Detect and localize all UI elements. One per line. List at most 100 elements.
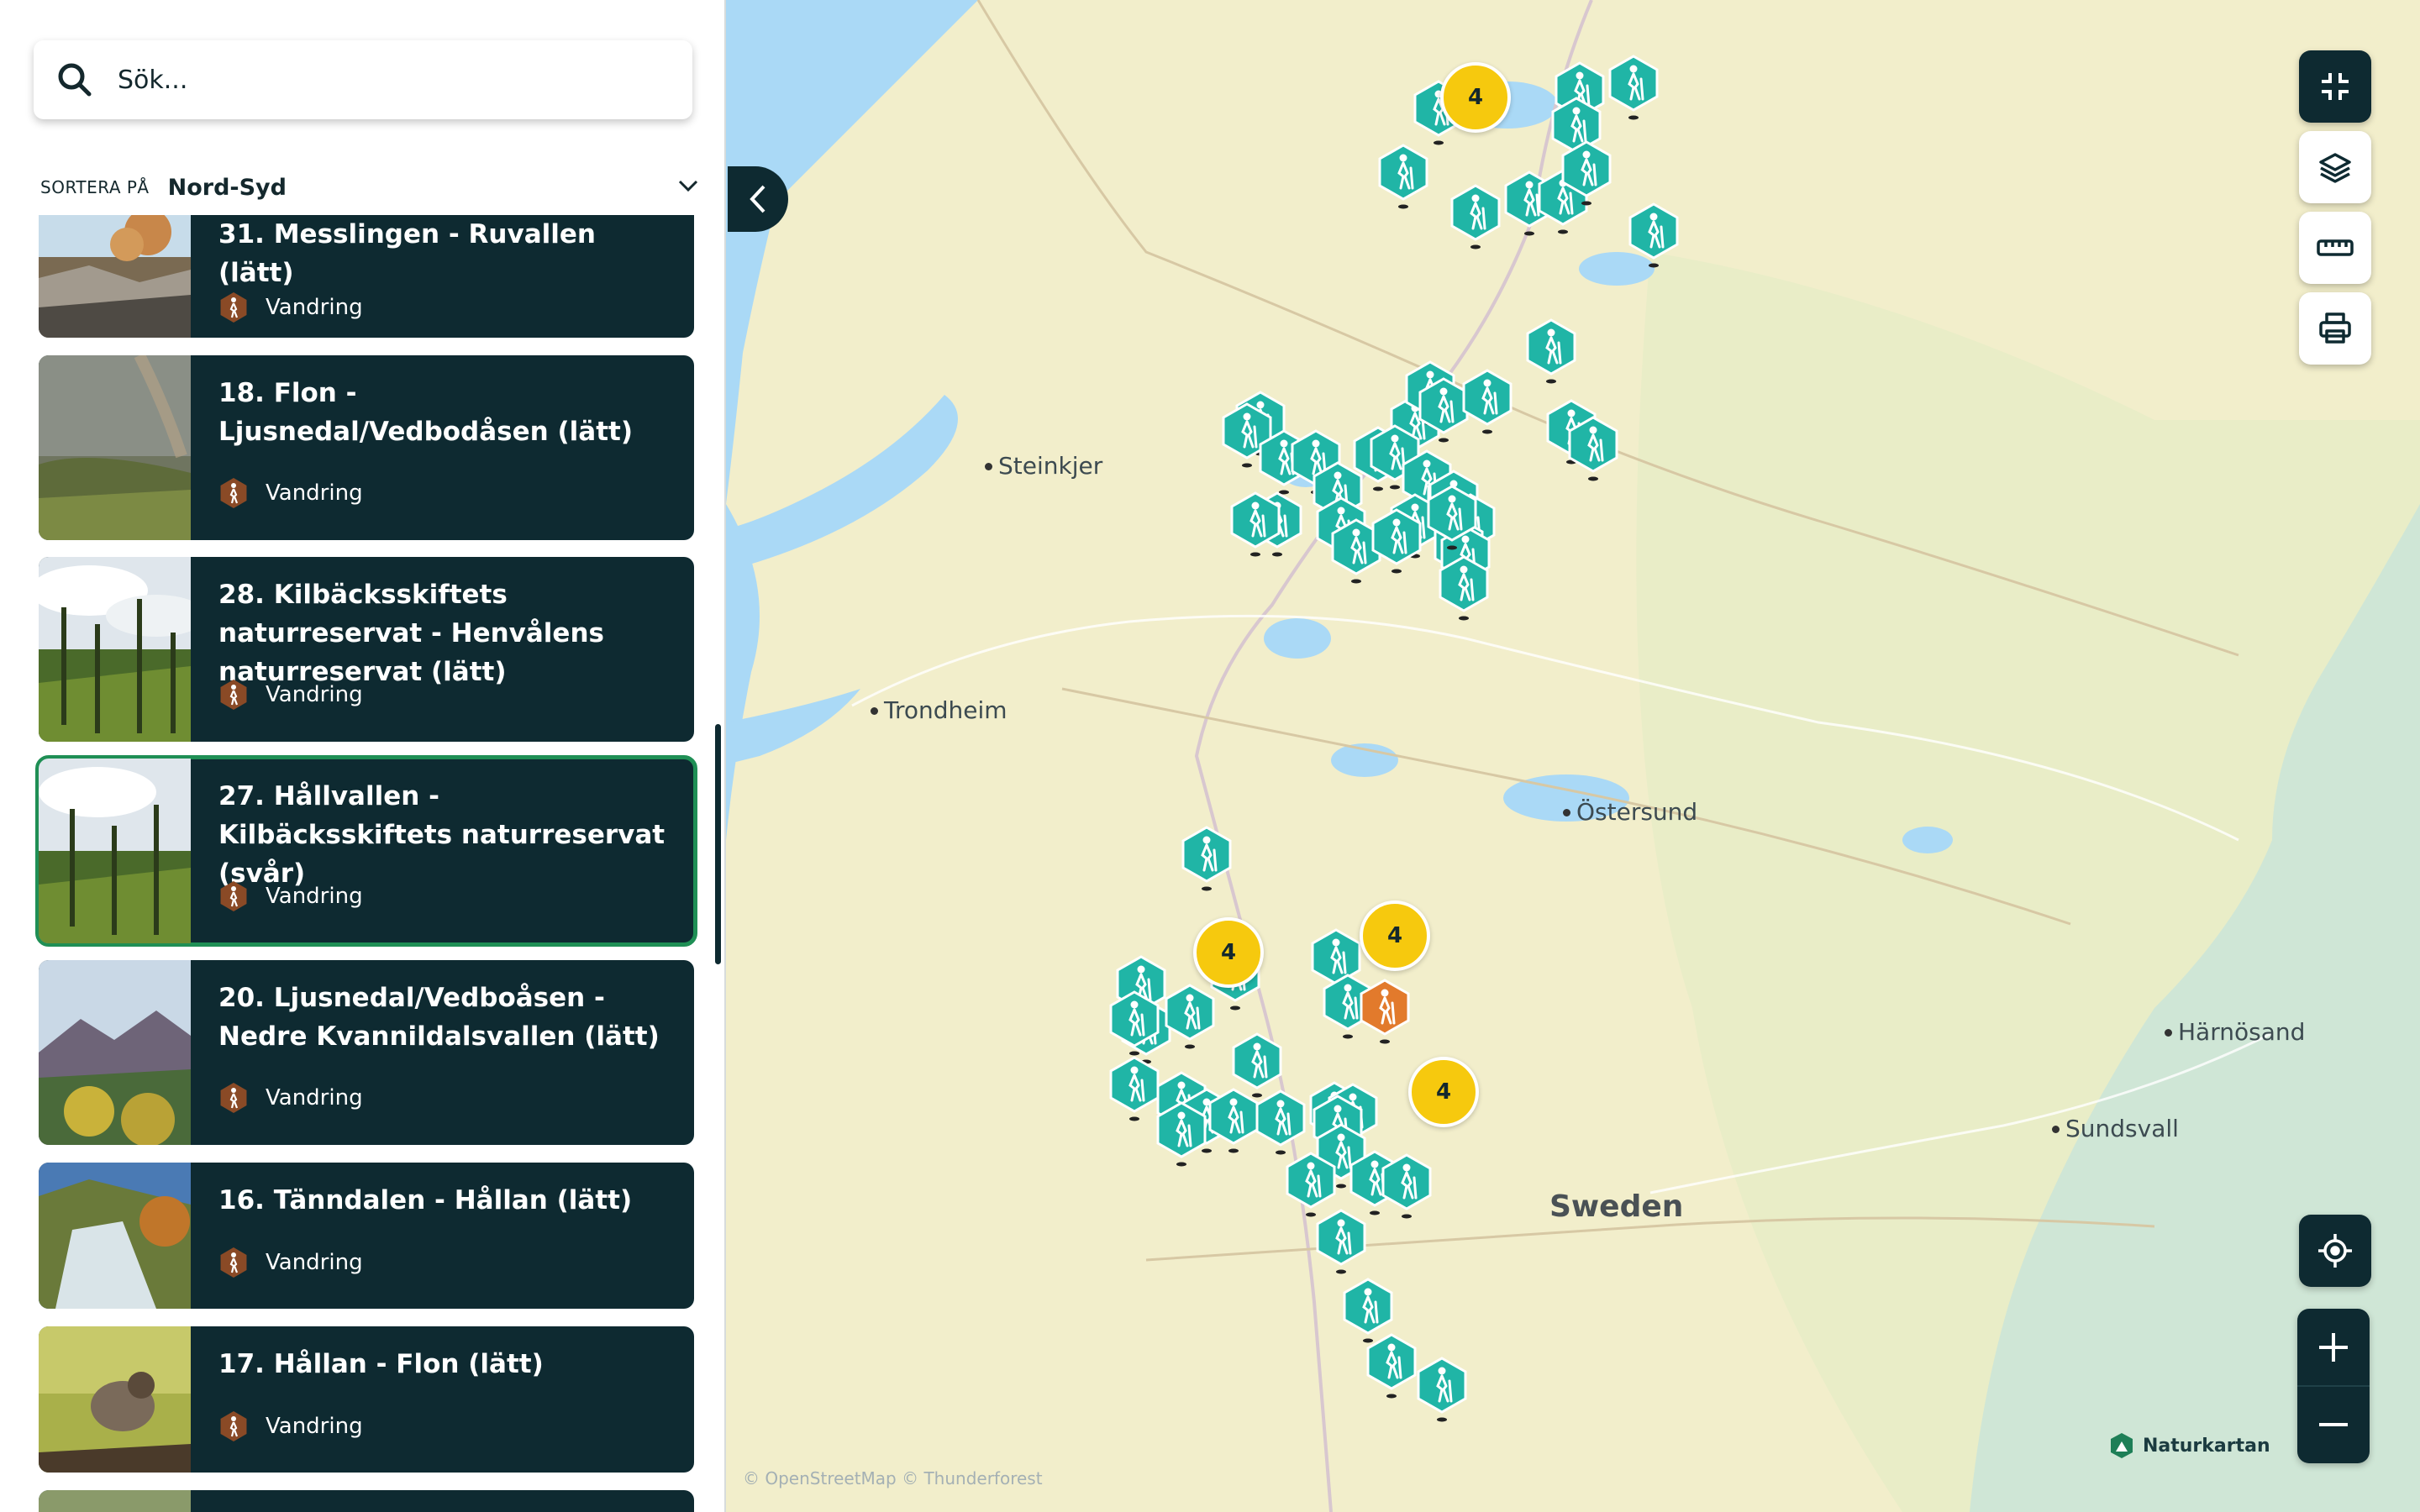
- hiker-icon: [220, 478, 247, 508]
- trail-marker[interactable]: [1559, 139, 1614, 206]
- trail-card[interactable]: 20. Ljusnedal/Vedboåsen - Nedre Kvannild…: [39, 960, 694, 1145]
- ruler-icon: [2317, 239, 2354, 256]
- trail-card[interactable]: 31. Messlingen - Ruvallen (lätt) Vandrin…: [39, 215, 694, 338]
- brand-name: Naturkartan: [2143, 1435, 2270, 1457]
- print-button[interactable]: [2299, 292, 2371, 365]
- layers-icon: [2319, 153, 2351, 183]
- trail-tag: Vandring: [218, 1083, 363, 1113]
- sort-label: SORTERA PÅ: [40, 177, 150, 197]
- marker-cluster[interactable]: 4: [1440, 62, 1511, 133]
- zoom-out-button[interactable]: [2297, 1386, 2370, 1463]
- scrollbar-thumb[interactable]: [715, 724, 721, 964]
- hiker-marker-icon: [1608, 55, 1659, 120]
- hiker-icon: [220, 1083, 247, 1113]
- trail-marker[interactable]: [1340, 1277, 1396, 1343]
- trail-marker[interactable]: [1523, 318, 1579, 384]
- trail-title: 31. Messlingen - Ruvallen (lätt): [218, 219, 596, 288]
- zoom-in-button[interactable]: [2297, 1309, 2370, 1386]
- trail-image: [39, 355, 191, 540]
- trail-marker[interactable]: [1448, 183, 1503, 249]
- marker-cluster[interactable]: 4: [1408, 1057, 1479, 1127]
- trail-marker[interactable]: [1253, 1089, 1308, 1155]
- hiker-marker-icon: [1427, 485, 1477, 550]
- trail-marker[interactable]: [1565, 415, 1621, 481]
- place-label: Steinkjer: [998, 452, 1103, 480]
- trail-marker[interactable]: [1107, 990, 1162, 1056]
- hiker-marker-icon: [1462, 369, 1512, 434]
- marker-cluster[interactable]: 4: [1193, 917, 1264, 988]
- trail-title: 20. Ljusnedal/Vedboåsen - Nedre Kvannild…: [218, 983, 660, 1052]
- search-icon: [58, 63, 92, 97]
- trail-marker[interactable]: [1229, 1032, 1285, 1098]
- trail-image: [39, 960, 191, 1145]
- trail-marker[interactable]: [1283, 1151, 1339, 1217]
- print-icon: [2319, 312, 2351, 344]
- trail-tag: Vandring: [218, 478, 363, 508]
- cluster-count: 4: [1386, 923, 1403, 948]
- trail-marker[interactable]: [1606, 54, 1661, 120]
- trail-card[interactable]: 18. Flon - Ljusnedal/Vedbodåsen (lätt) V…: [39, 355, 694, 540]
- trail-image: [39, 1490, 191, 1512]
- trail-marker-selected[interactable]: [1357, 978, 1413, 1048]
- trail-card[interactable]: 28. Kilbäcksskiftets naturreservat - Hen…: [39, 557, 694, 742]
- trail-marker[interactable]: [1626, 202, 1681, 268]
- sort-selector[interactable]: SORTERA PÅ Nord-Syd: [40, 168, 699, 207]
- hiker-marker-icon: [1316, 1209, 1366, 1274]
- measure-button[interactable]: [2299, 212, 2371, 284]
- trail-marker[interactable]: [1424, 484, 1480, 550]
- search-box[interactable]: [34, 40, 692, 119]
- layers-button[interactable]: [2299, 131, 2371, 203]
- place-dot: [871, 707, 878, 715]
- trail-tag-label: Vandring: [266, 1414, 363, 1439]
- hiker-marker-icon: [1230, 491, 1281, 557]
- exit-fullscreen-button[interactable]: [2299, 50, 2371, 123]
- trail-marker[interactable]: [1369, 507, 1424, 574]
- hiker-marker-icon: [1181, 826, 1232, 891]
- locate-button[interactable]: [2299, 1215, 2371, 1287]
- hiker-marker-icon: [1360, 979, 1410, 1044]
- collapse-icon: [2322, 73, 2349, 100]
- trail-marker[interactable]: [1154, 1100, 1209, 1167]
- trail-marker[interactable]: [1313, 1208, 1369, 1274]
- trail-title: 18. Flon - Ljusnedal/Vedbodåsen (lätt): [218, 378, 634, 447]
- trail-image: [39, 215, 191, 338]
- trail-marker[interactable]: [1364, 1332, 1419, 1399]
- country-label: Sweden: [1549, 1189, 1684, 1224]
- plus-icon: [2319, 1333, 2348, 1362]
- trail-tag: Vandring: [218, 680, 363, 710]
- place-label: Härnösand: [2178, 1018, 2306, 1046]
- place-dot: [1563, 809, 1570, 816]
- trail-marker[interactable]: [1376, 143, 1431, 209]
- marker-cluster[interactable]: 4: [1360, 900, 1430, 971]
- chevron-down-icon: [678, 180, 698, 192]
- brand-logo[interactable]: Naturkartan: [2107, 1431, 2270, 1460]
- trail-marker[interactable]: [1379, 1152, 1434, 1219]
- map-attribution[interactable]: © OpenStreetMap © Thunderforest: [743, 1468, 1043, 1488]
- trail-marker[interactable]: [1179, 825, 1234, 891]
- trail-card[interactable]: 17. Hållan - Flon (lätt) Vandring: [39, 1326, 694, 1473]
- hiker-icon: [220, 680, 247, 710]
- trail-tag: Vandring: [218, 881, 363, 911]
- hiker-marker-icon: [1568, 416, 1618, 481]
- hiker-marker-icon: [1450, 184, 1501, 249]
- zoom-control: [2297, 1309, 2370, 1463]
- trail-marker[interactable]: [1414, 1356, 1470, 1422]
- map[interactable]: Steinkjer Trondheim Östersund Härnösand …: [726, 0, 2420, 1512]
- trail-card[interactable]: [39, 1490, 694, 1512]
- trail-tag-label: Vandring: [266, 295, 363, 320]
- trail-list[interactable]: 31. Messlingen - Ruvallen (lätt) Vandrin…: [0, 215, 724, 1512]
- sort-value[interactable]: Nord-Syd: [168, 175, 287, 201]
- cluster-count: 4: [1220, 940, 1237, 965]
- trail-marker[interactable]: [1228, 491, 1283, 557]
- trail-marker[interactable]: [1460, 368, 1515, 434]
- trail-card-selected[interactable]: 27. Hållvallen - Kilbäcksskiftets naturr…: [35, 755, 697, 947]
- trail-card[interactable]: 16. Tänndalen - Hållan (lätt) Vandring: [39, 1163, 694, 1309]
- search-input[interactable]: [118, 40, 672, 119]
- trail-title: 17. Hållan - Flon (lätt): [218, 1349, 544, 1379]
- trail-title: 16. Tänndalen - Hållan (lätt): [218, 1185, 633, 1215]
- trail-marker[interactable]: [1436, 554, 1491, 621]
- trail-image: [39, 759, 191, 943]
- chevron-left-icon: [750, 185, 765, 213]
- hiker-marker-icon: [1156, 1101, 1207, 1167]
- app: SORTERA PÅ Nord-Syd 31. Messlingen - Ruv…: [0, 0, 2420, 1512]
